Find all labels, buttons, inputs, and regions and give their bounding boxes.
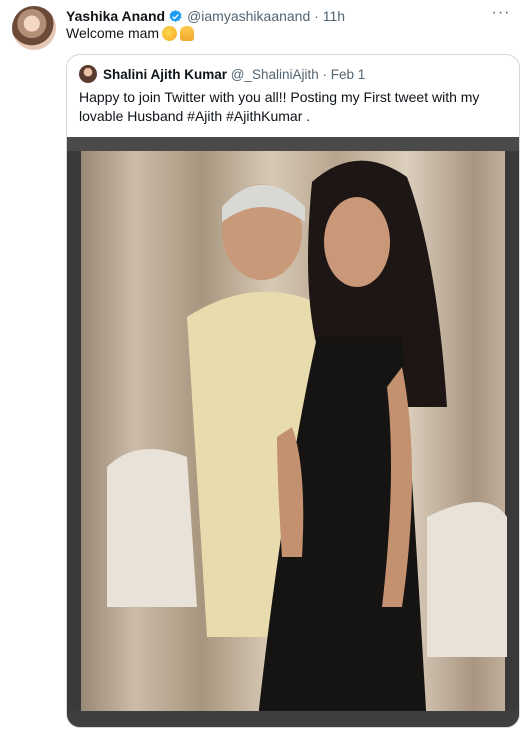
quoted-tweet-date: Feb 1 [330, 66, 366, 82]
quoted-author-name: Shalini Ajith Kumar [103, 66, 228, 82]
quoted-tweet-header: Shalini Ajith Kumar @_ShaliniAjith · Feb… [79, 65, 365, 83]
author-name[interactable]: Yashika Anand [66, 8, 165, 24]
tweet-header: Yashika Anand @iamyashikaanand · 11h [66, 6, 489, 26]
ellipsis-icon[interactable]: ··· [491, 5, 511, 26]
tweet-time[interactable]: 11h [323, 8, 345, 24]
tweet-body: Welcome mam [66, 25, 160, 41]
tweet-text: Welcome mam [66, 25, 195, 41]
quoted-tweet-card[interactable]: Shalini Ajith Kumar @_ShaliniAjith · Feb… [66, 54, 520, 728]
tweet-photo[interactable] [67, 137, 519, 727]
quoted-author-handle: @_ShaliniAjith [230, 66, 319, 82]
author-avatar[interactable] [12, 6, 56, 50]
quoted-author-avatar [79, 65, 97, 83]
separator-dot: · [310, 8, 323, 24]
quoted-tweet-text: Happy to join Twitter with you all!! Pos… [79, 88, 507, 126]
folded-hands-icon [180, 25, 195, 41]
verified-badge-icon [169, 9, 182, 22]
author-handle[interactable]: @iamyashikaanand [187, 8, 310, 24]
separator-dot: · [318, 66, 331, 82]
photo-illustration [67, 137, 519, 727]
quoted-text-line-1: Happy to join Twitter with you all!! Pos… [79, 89, 480, 105]
smiling-face-with-hearts-icon [162, 25, 178, 41]
quoted-text-line-2: lovable Husband #Ajith #AjithKumar . [79, 108, 311, 124]
